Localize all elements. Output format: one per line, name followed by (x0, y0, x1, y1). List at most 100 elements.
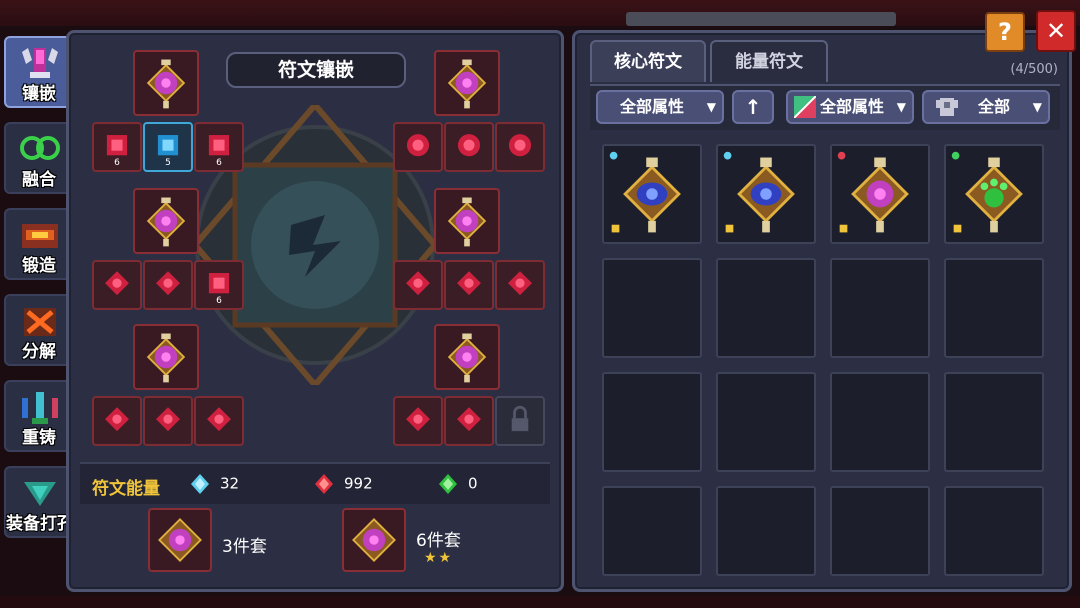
empty-slot[interactable] (602, 258, 702, 358)
energy-socket[interactable] (444, 260, 494, 310)
help-button[interactable]: ? (985, 12, 1025, 52)
empty-slot[interactable] (716, 258, 816, 358)
inventory-count: (4/500) (1010, 62, 1058, 77)
red-rune-icon (457, 271, 481, 296)
blue-gem-icon (191, 474, 209, 494)
tab-energy-rune[interactable]: 能量符文 (710, 40, 828, 82)
nav-item-label: 融合 (22, 170, 56, 190)
energy-socket[interactable]: 5 (143, 122, 193, 172)
energy-socket[interactable] (393, 122, 443, 172)
nav-item-punch[interactable]: 装备打孔 (4, 466, 74, 538)
rune-slot[interactable] (830, 144, 930, 244)
locked-socket[interactable] (495, 396, 545, 446)
empty-slot[interactable] (602, 486, 702, 576)
red-rune-icon (406, 134, 430, 157)
energy-socket[interactable] (92, 260, 142, 310)
red-gem-icon (315, 474, 333, 494)
element-color-icon (794, 96, 816, 118)
empty-slot[interactable] (944, 258, 1044, 358)
red-rune-icon (156, 407, 180, 432)
nav-item-inlay[interactable]: 镶嵌 (4, 36, 74, 108)
core-rune-icon (146, 59, 186, 109)
energy-socket[interactable]: 6 (194, 122, 244, 172)
empty-slot[interactable] (602, 372, 702, 472)
energy-socket[interactable] (92, 396, 142, 446)
blue-eye-rune-icon (609, 151, 681, 233)
rune-slot[interactable] (716, 144, 816, 244)
energy-socket[interactable] (495, 122, 545, 172)
empty-slot[interactable] (830, 372, 930, 472)
type-filter-label: 全部 (978, 97, 1011, 116)
rune-level: 6 (216, 158, 222, 168)
core-socket-3[interactable] (133, 324, 199, 390)
rune-slot[interactable] (602, 144, 702, 244)
core-rune-icon (146, 333, 186, 383)
energy-socket[interactable] (495, 260, 545, 310)
red-energy: 992 (314, 473, 373, 495)
energy-socket[interactable] (143, 260, 193, 310)
core-socket-4[interactable] (434, 50, 500, 116)
set-bonus-3[interactable] (148, 508, 212, 572)
element-filter-label: 全部属性 (820, 97, 885, 116)
energy-socket[interactable] (444, 396, 494, 446)
energy-socket[interactable]: 6 (194, 260, 244, 310)
background-top (0, 0, 1080, 26)
red-rune-icon (406, 271, 430, 296)
core-socket-1[interactable] (133, 50, 199, 116)
red-rune-icon (508, 134, 532, 157)
punch-icon (24, 482, 56, 506)
empty-slot[interactable] (716, 372, 816, 472)
tab-core-rune[interactable]: 核心符文 (590, 40, 706, 82)
core-socket-6[interactable] (434, 324, 500, 390)
close-button[interactable]: ✕ (1036, 10, 1076, 52)
attribute-filter-dropdown[interactable]: 全部属性 ▼ (596, 90, 724, 124)
nav-item-recast[interactable]: 重铸 (4, 380, 74, 452)
energy-socket[interactable] (393, 260, 443, 310)
forge-icon (22, 224, 58, 248)
nav-item-label: 分解 (22, 342, 56, 362)
energy-socket[interactable] (194, 396, 244, 446)
empty-slot[interactable] (944, 372, 1044, 472)
empty-slot[interactable] (944, 486, 1044, 576)
rune-level: 5 (165, 158, 171, 168)
rune-energy-bar: 符文能量 32 992 0 (80, 462, 550, 504)
red-rune-icon (406, 407, 430, 432)
energy-socket[interactable] (444, 122, 494, 172)
set-bonus-3-label: 3件套 (222, 537, 267, 557)
set-bonus-6-label: 6件套 (416, 531, 461, 551)
fusion-icon (20, 136, 60, 160)
energy-socket[interactable] (393, 396, 443, 446)
top-bar (626, 12, 896, 26)
set-bonus-6[interactable] (342, 508, 406, 572)
rune-slot[interactable] (944, 144, 1044, 244)
core-socket-2[interactable] (133, 188, 199, 254)
red-rune-icon (508, 271, 532, 296)
nav-item-fusion[interactable]: 融合 (4, 122, 74, 194)
attribute-filter-label: 全部属性 (620, 97, 685, 116)
type-filter-dropdown[interactable]: 全部 ▼ (922, 90, 1050, 124)
set-stars: ★★ (424, 550, 454, 566)
core-socket-5[interactable] (434, 188, 500, 254)
nav-item-label: 锻造 (22, 256, 56, 276)
energy-socket[interactable]: 6 (92, 122, 142, 172)
empty-slot[interactable] (830, 258, 930, 358)
energy-socket[interactable] (143, 396, 193, 446)
sort-button[interactable]: ↑ (732, 90, 774, 124)
red-rune-icon (207, 407, 231, 432)
nav-item-decompose[interactable]: 分解 (4, 294, 74, 366)
red-energy-value: 992 (344, 474, 373, 493)
green-gem-icon (439, 474, 457, 494)
core-rune-icon (352, 518, 396, 562)
element-filter-dropdown[interactable]: 全部属性 ▼ (786, 90, 914, 124)
rune-level: 6 (114, 158, 120, 168)
empty-slot[interactable] (830, 486, 930, 576)
empty-slot[interactable] (716, 486, 816, 576)
inlay-icon (22, 48, 58, 78)
nav-item-label: 镶嵌 (22, 84, 56, 104)
blue-energy: 32 (190, 473, 239, 495)
blue-energy-value: 32 (220, 474, 240, 493)
nav-item-label: 装备打孔 (6, 514, 74, 534)
chevron-down-icon: ▼ (706, 100, 716, 114)
red-rune-icon (156, 271, 180, 296)
nav-item-forge[interactable]: 锻造 (4, 208, 74, 280)
